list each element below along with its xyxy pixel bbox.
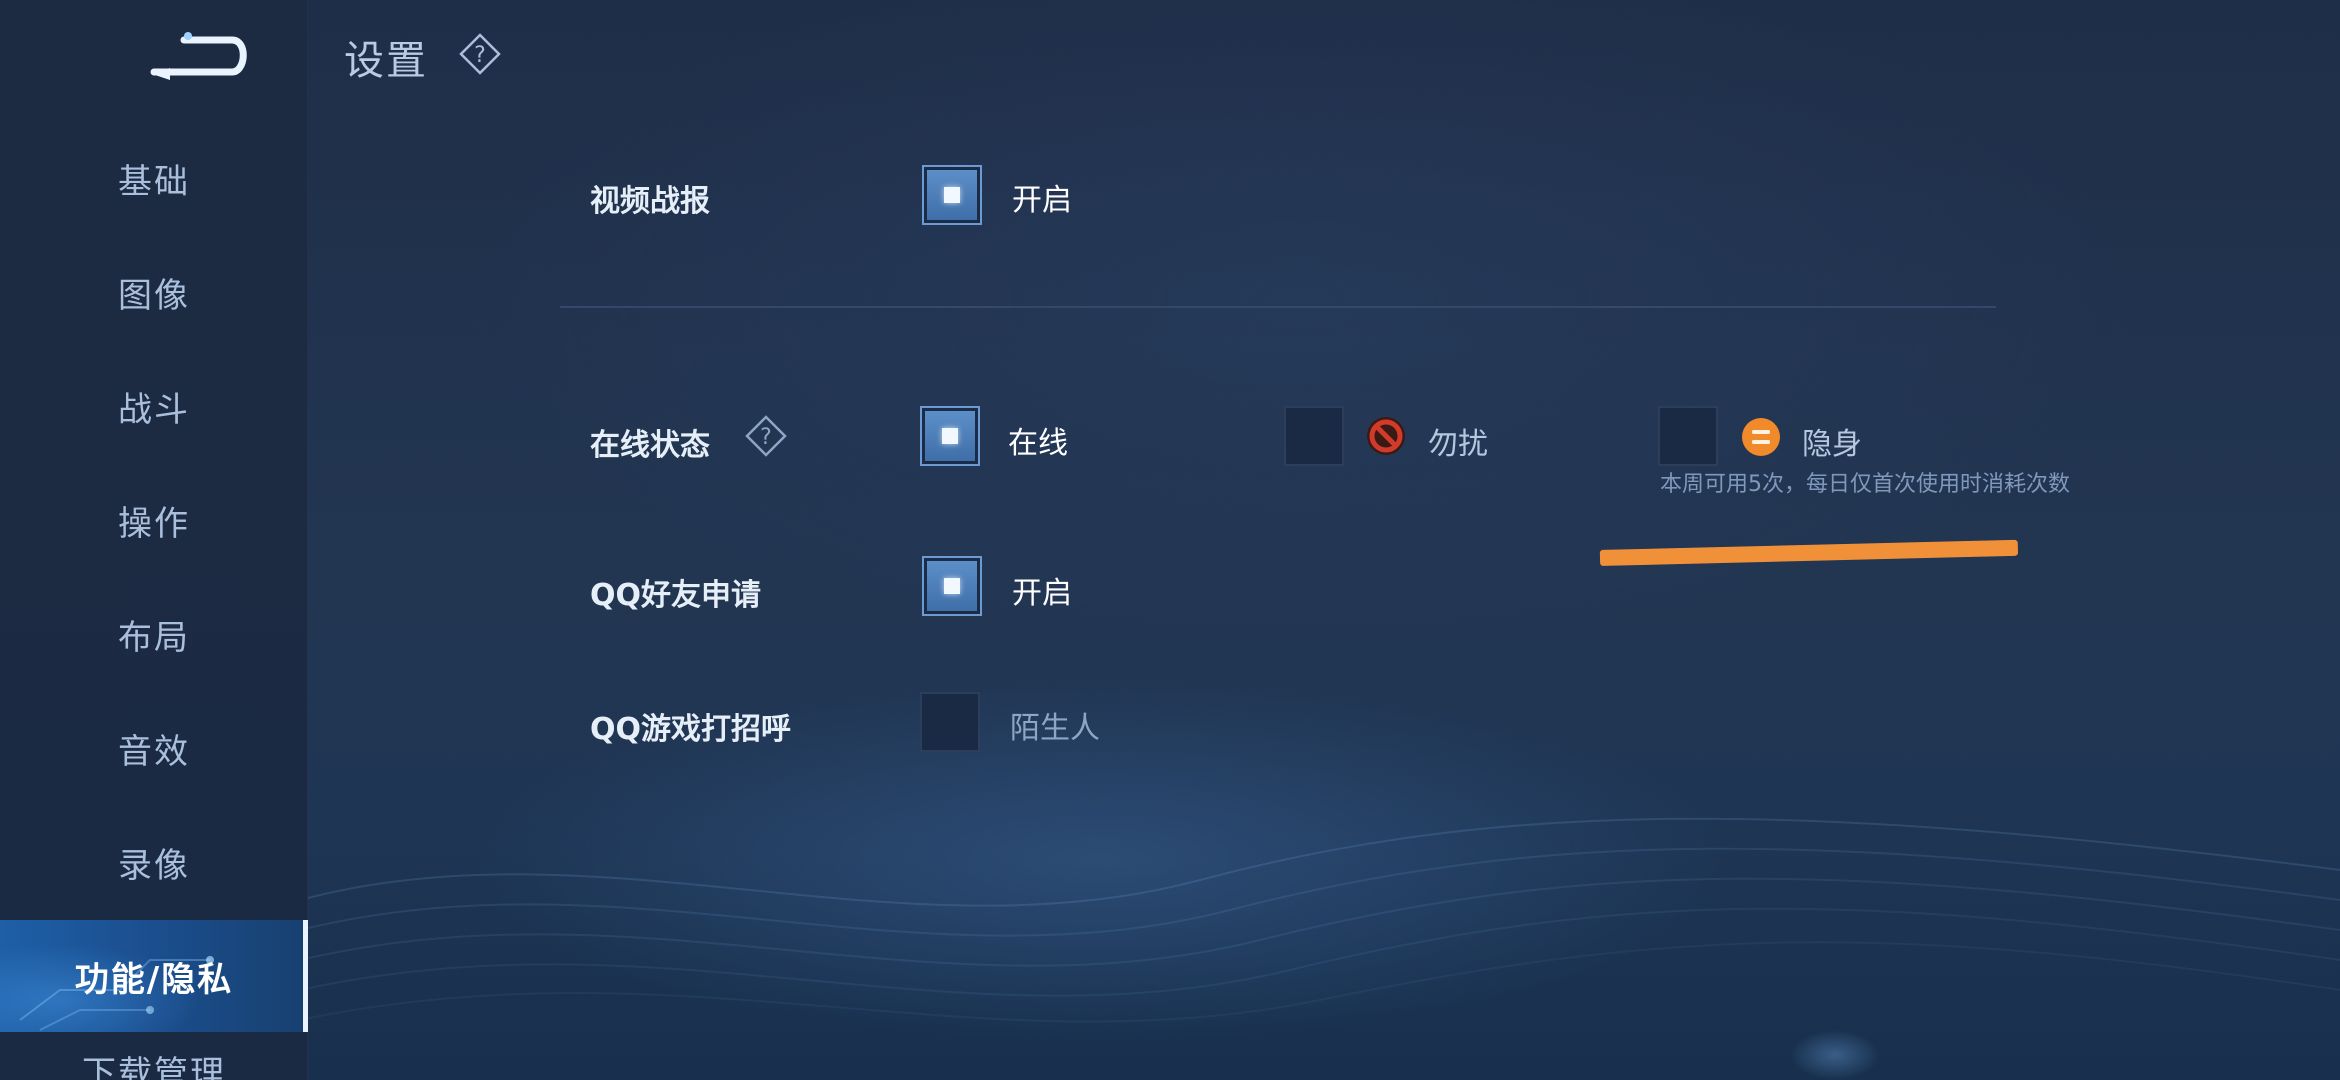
sidebar-item-graphics[interactable]: 图像 [0, 236, 308, 348]
sidebar-item-label: 图像 [118, 275, 190, 316]
sidebar-item-label: 下载管理 [82, 1054, 226, 1080]
sidebar-item-combat[interactable]: 战斗 [0, 350, 308, 462]
do-not-disturb-icon [1367, 417, 1405, 455]
qq-friend-request-option-label[interactable]: 开启 [1012, 568, 1072, 612]
sidebar-item-label: 录像 [118, 845, 190, 886]
video-report-label: 视频战报 [590, 184, 710, 219]
background-waves [300, 817, 2340, 1023]
sidebar-item-sound[interactable]: 音效 [0, 692, 308, 804]
sidebar-item-label: 操作 [118, 503, 190, 544]
do-not-disturb-option-label[interactable]: 勿扰 [1428, 419, 1488, 463]
sidebar-item-basic[interactable]: 基础 [0, 122, 308, 234]
back-button[interactable] [148, 28, 252, 84]
invisible-option-label[interactable]: 隐身 [1802, 419, 1862, 463]
back-arrow-icon [150, 32, 247, 80]
sidebar-item-label: 音效 [118, 731, 190, 772]
svg-text:?: ? [760, 425, 772, 450]
sidebar-item-controls[interactable]: 操作 [0, 464, 308, 576]
invisible-usage-hint: 本周可用5次，每日仅首次使用时消耗次数 [1660, 472, 2070, 497]
online-option-label[interactable]: 在线 [1008, 418, 1068, 462]
svg-text:?: ? [474, 43, 486, 68]
invisible-checkbox[interactable] [1658, 406, 1718, 466]
do-not-disturb-checkbox[interactable] [1284, 406, 1344, 466]
online-status-help-icon[interactable]: ? [744, 414, 788, 458]
qq-game-greeting-label: QQ游戏打招呼 [590, 712, 792, 747]
qq-friend-request-checkbox[interactable] [924, 558, 980, 614]
sidebar: 基础 图像 战斗 操作 布局 音效 录像 功能/隐私 下载管理 [0, 0, 308, 1080]
annotation-stroke [1599, 539, 2019, 566]
sidebar-item-function-privacy[interactable]: 功能/隐私 [0, 920, 308, 1032]
online-status-label: 在线状态 [590, 428, 710, 463]
sidebar-item-label: 战斗 [118, 389, 190, 430]
stranger-checkbox[interactable] [920, 692, 980, 752]
video-report-option-label[interactable]: 开启 [1012, 175, 1072, 219]
online-checkbox[interactable] [922, 408, 978, 464]
sidebar-item-layout[interactable]: 布局 [0, 578, 308, 690]
sidebar-item-label: 基础 [118, 161, 190, 202]
qq-friend-request-label: QQ好友申请 [590, 578, 762, 613]
page-title: 设置 [344, 38, 428, 84]
bottom-glow [1790, 1030, 1880, 1080]
section-divider [560, 306, 1996, 308]
stranger-option-label[interactable]: 陌生人 [1010, 703, 1100, 747]
sidebar-item-label: 布局 [118, 617, 190, 658]
sidebar-item-replay[interactable]: 录像 [0, 806, 308, 918]
sidebar-item-label: 功能/隐私 [74, 959, 234, 1000]
help-icon[interactable]: ? [458, 32, 502, 76]
video-report-checkbox[interactable] [924, 167, 980, 223]
invisible-icon [1742, 418, 1780, 456]
sidebar-item-download-manager[interactable]: 下载管理 [0, 1040, 308, 1080]
